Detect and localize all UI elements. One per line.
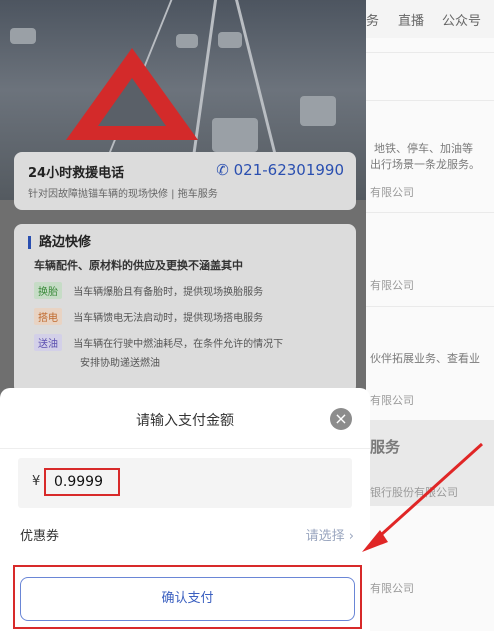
annotation-arrow-icon	[362, 442, 484, 552]
